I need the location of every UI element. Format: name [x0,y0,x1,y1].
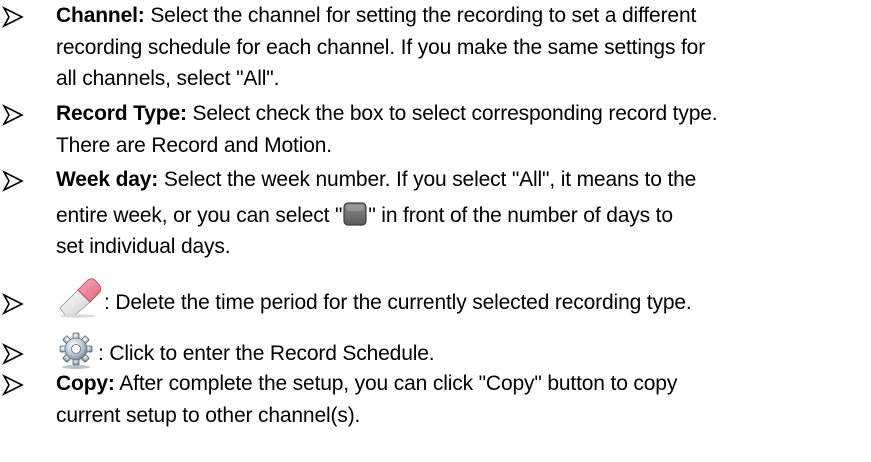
eraser-icon [59,278,102,318]
item-text-line-2: current setup to other channel(s). [56,403,361,427]
item-text-line-2a: entire week, or you can select " [56,203,343,227]
item-paragraph: Week day: Select the week number. If you… [56,164,861,263]
item-text: Select the week number. If you select "A… [163,168,697,191]
item-text-line-3: all channels, select "All". [56,67,280,90]
item-paragraph: Record Type: Select check the box to sel… [56,98,861,161]
document-page: Channel: Select the channel for setting … [0,0,871,462]
arrowhead-bullet-icon [2,374,24,396]
item-label: Week day: [56,168,159,191]
arrowhead-bullet-icon [2,293,24,315]
item-text: Select the channel for setting the recor… [150,4,697,27]
arrowhead-bullet-icon [2,6,24,28]
checkbox-icon [343,201,367,226]
item-label: Copy: [56,372,115,395]
item-label: Channel: [56,4,145,27]
arrowhead-bullet-icon [2,170,24,192]
item-text-line-2: recording schedule for each channel. If … [56,35,706,59]
arrowhead-bullet-icon [2,104,24,126]
item-text-line-2b: " in front of the number of days to [368,203,673,227]
gear-icon [59,332,93,369]
arrowhead-bullet-icon [2,343,24,365]
item-label: Record Type: [56,102,187,125]
item-paragraph: Copy: After complete the setup, you can … [56,368,861,431]
item-text: After complete the setup, you can click … [119,372,678,395]
item-text: : Click to enter the Record Schedule. [98,342,435,365]
item-paragraph: Channel: Select the channel for setting … [56,0,861,95]
item-text-line-3: set individual days. [56,235,231,258]
item-text-line-2: There are Record and Motion. [56,133,332,157]
item-text: : Delete the time period for the current… [104,291,692,314]
item-text: Select check the box to select correspon… [192,102,718,125]
